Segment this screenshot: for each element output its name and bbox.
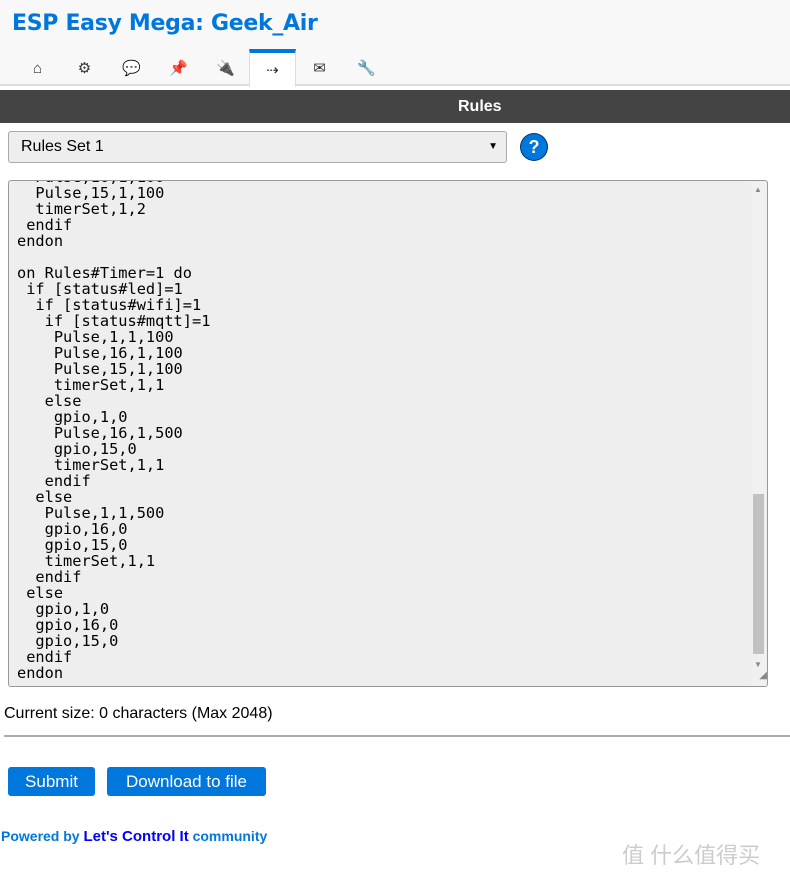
home-icon: ⌂ <box>32 59 43 77</box>
tab-hardware[interactable]: 📌 <box>155 49 202 87</box>
help-button[interactable]: ? <box>521 134 547 160</box>
footer: Powered by Let's Control It community <box>1 828 267 845</box>
submit-button[interactable]: Submit <box>8 767 95 796</box>
rules-set-value: Rules Set 1 <box>21 138 104 155</box>
rules-set-select[interactable]: Rules Set 1 ▼ <box>8 131 507 163</box>
footer-suffix: community <box>188 828 268 844</box>
tab-tools[interactable]: 🔧 <box>343 49 390 87</box>
section-header: Rules <box>0 90 790 123</box>
controllers-icon: 💬 <box>122 60 141 77</box>
scroll-down-icon[interactable]: ▼ <box>754 660 762 669</box>
tab-controllers[interactable]: 💬 <box>108 49 155 87</box>
tab-main[interactable]: ⌂ <box>14 49 61 87</box>
rules-text: Pulse,16,1,100 Pulse,15,1,100 timerSet,1… <box>17 181 211 682</box>
config-icon: ⚙ <box>77 60 92 77</box>
devices-icon: 🔌 <box>216 60 235 77</box>
footer-link[interactable]: Let's Control It <box>83 828 188 845</box>
rules-icon: ⇢ <box>266 62 279 79</box>
resize-grip-icon[interactable]: ◢ <box>751 670 767 686</box>
rules-textarea[interactable]: Pulse,16,1,100 Pulse,15,1,100 timerSet,1… <box>8 180 768 687</box>
page-title: ESP Easy Mega: Geek_Air <box>12 11 318 36</box>
download-button[interactable]: Download to file <box>107 767 266 796</box>
watermark: 值 什么值得买 <box>622 843 761 868</box>
tools-icon: 🔧 <box>357 60 376 77</box>
section-title: Rules <box>458 98 502 115</box>
tab-notifications[interactable]: ✉ <box>296 49 343 87</box>
current-size: Current size: 0 characters (Max 2048) <box>4 705 273 722</box>
dropdown-arrow-icon: ▼ <box>488 141 498 152</box>
footer-prefix: Powered by <box>1 828 84 844</box>
scrollbar-thumb[interactable] <box>753 494 764 654</box>
hardware-icon: 📌 <box>169 60 188 77</box>
tab-bar: ⌂ ⚙ 💬 📌 🔌 ⇢ ✉ 🔧 <box>14 49 390 87</box>
scrollbar[interactable]: ▲ ▼ <box>751 182 766 671</box>
tab-rules[interactable]: ⇢ <box>249 49 296 87</box>
tab-config[interactable]: ⚙ <box>61 49 108 87</box>
tab-devices[interactable]: 🔌 <box>202 49 249 87</box>
notifications-icon: ✉ <box>313 60 326 77</box>
divider <box>4 735 790 737</box>
scroll-up-icon[interactable]: ▲ <box>754 185 762 194</box>
